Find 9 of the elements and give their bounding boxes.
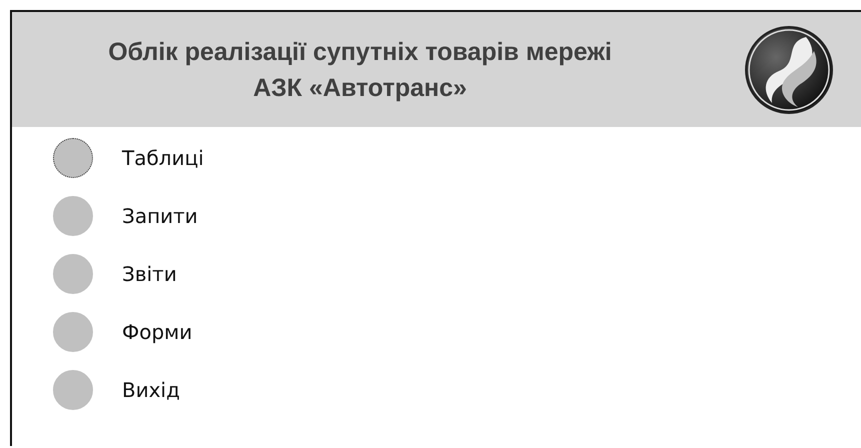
menu-item-label[interactable]: Звіти	[122, 262, 177, 286]
menu-item-label[interactable]: Вихід	[122, 378, 180, 402]
menu-item-label[interactable]: Таблиці	[122, 146, 204, 170]
menu-option-button[interactable]	[53, 138, 93, 178]
form-title: АЗК «Автотранс»	[253, 72, 467, 104]
menu-item-label[interactable]: Запити	[122, 204, 198, 228]
swirl-logo-icon	[744, 24, 834, 114]
form-title: Облік реалізації супутніх товарів мережі	[108, 36, 612, 68]
menu-item-label[interactable]: Форми	[122, 320, 192, 344]
